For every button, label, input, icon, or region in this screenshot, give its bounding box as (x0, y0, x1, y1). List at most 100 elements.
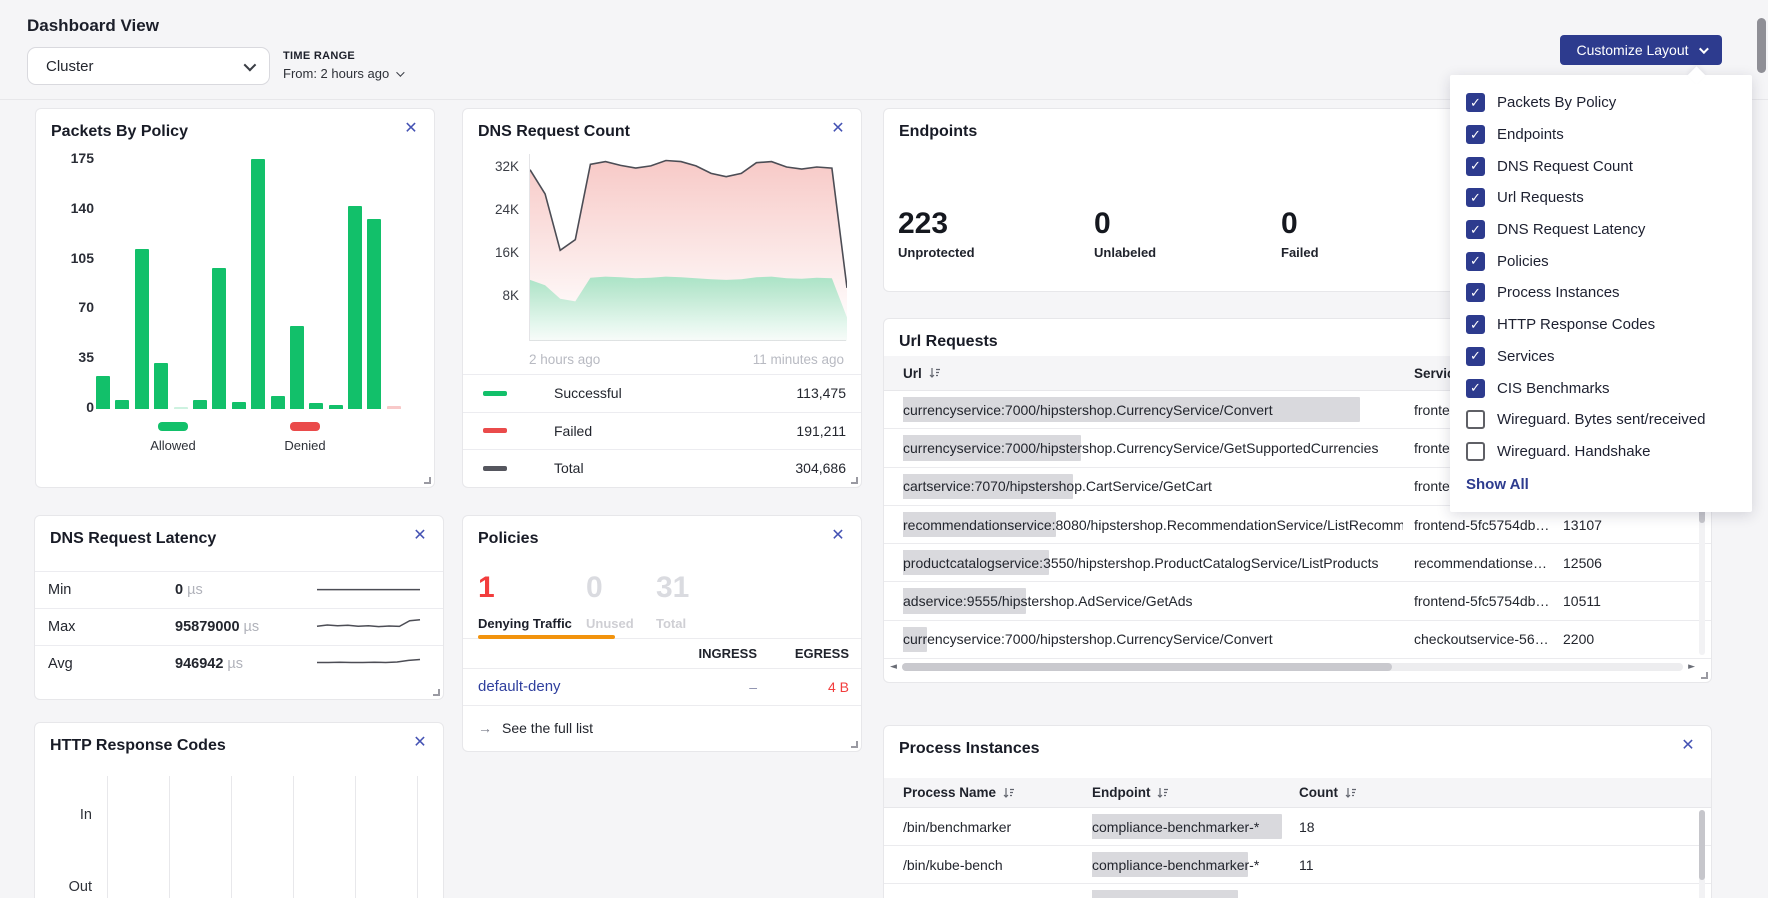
bar (348, 206, 362, 409)
scrollbar-thumb[interactable] (1699, 810, 1705, 880)
latency-sparkline (316, 615, 421, 640)
policy-row[interactable]: default-deny – 4 B (463, 668, 861, 706)
customize-panel-item[interactable]: Packets By Policy (1450, 87, 1752, 119)
latency-sparkline (316, 578, 421, 603)
customize-panel-item[interactable]: Wireguard. Bytes sent/received (1450, 404, 1752, 436)
checkbox-label: Wireguard. Bytes sent/received (1497, 411, 1705, 428)
latency-label: Min (48, 582, 158, 598)
close-icon[interactable] (828, 119, 848, 139)
checkbox-checked-icon[interactable] (1466, 347, 1485, 366)
time-range-value[interactable]: From: 2 hours ago (283, 66, 402, 81)
checkbox-label: Services (1497, 348, 1555, 365)
y-tick-label: 70 (56, 299, 94, 315)
count-cell: 10511 (1563, 582, 1673, 619)
latency-rows: Min0 µsMax95879000 µsAvg946942 µs (35, 571, 443, 682)
policies-tab-denying-traffic[interactable]: 1Denying Traffic (478, 571, 572, 631)
table-row[interactable]: /bin/kube-benchcompliance-benchmarker-*1… (884, 846, 1711, 884)
customize-panel-item[interactable]: Services (1450, 341, 1752, 373)
vertical-scrollbar (1699, 810, 1705, 898)
resize-handle[interactable] (433, 689, 440, 696)
policies-tab-total[interactable]: 31Total (656, 571, 689, 631)
latency-sparkline (316, 652, 421, 677)
sort-icon (1157, 787, 1169, 799)
customize-panel-item[interactable]: HTTP Response Codes (1450, 309, 1752, 341)
resize-handle[interactable] (851, 477, 858, 484)
customize-panel-item[interactable]: DNS Request Latency (1450, 214, 1752, 246)
close-icon[interactable] (410, 526, 430, 546)
customize-panel-item[interactable]: Process Instances (1450, 277, 1752, 309)
card-dns-request-latency: DNS Request Latency Min0 µsMax95879000 µ… (34, 515, 444, 700)
customize-panel-item[interactable]: Endpoints (1450, 119, 1752, 151)
column-header-endpoint[interactable]: Endpoint (1092, 778, 1169, 807)
legend-label: Denied (284, 438, 325, 453)
card-packets-by-policy: Packets By Policy 17514010570350 Allowed… (35, 108, 435, 488)
customize-layout-button[interactable]: Customize Layout (1560, 35, 1722, 65)
checkbox-unchecked-icon[interactable] (1466, 442, 1485, 461)
latency-row: Avg946942 µs (35, 645, 443, 682)
column-header-count[interactable]: Count (1299, 778, 1357, 807)
scrollbar-track[interactable] (902, 663, 1683, 671)
table-header: Process Name Endpoint Count (884, 778, 1711, 808)
y-tick-label: 140 (56, 200, 94, 216)
scroll-left-icon[interactable] (890, 662, 902, 672)
customize-panel-list: Packets By Policy EndpointsDNS Request Co… (1450, 87, 1752, 467)
close-icon[interactable] (1678, 736, 1698, 756)
url-text: currencyservice:7000/hipstershop.Currenc… (903, 631, 1273, 647)
resize-handle[interactable] (851, 741, 858, 748)
panel-caret (1687, 66, 1705, 84)
checkbox-checked-icon[interactable] (1466, 125, 1485, 144)
checkbox-checked-icon[interactable] (1466, 252, 1485, 271)
scroll-right-icon[interactable] (1683, 662, 1695, 672)
close-icon[interactable] (410, 733, 430, 753)
legend-label: Failed (554, 423, 592, 439)
dns-legend: Successful113,475Failed191,211Total304,6… (463, 374, 861, 487)
latency-label: Max (48, 619, 158, 635)
checkbox-label: Packets By Policy (1497, 94, 1616, 111)
customize-panel-item[interactable]: Policies (1450, 245, 1752, 277)
checkbox-checked-icon[interactable] (1466, 283, 1485, 302)
dns-area-svg (530, 154, 847, 341)
checkbox-checked-icon[interactable] (1466, 157, 1485, 176)
scrollbar-thumb[interactable] (902, 663, 1392, 671)
column-header-process-name[interactable]: Process Name (903, 778, 1015, 807)
checkbox-checked-icon[interactable] (1466, 379, 1485, 398)
see-full-list-link[interactable]: See the full list (478, 720, 593, 736)
resize-handle[interactable] (424, 477, 431, 484)
checkbox-checked-icon[interactable] (1466, 315, 1485, 334)
checkbox-checked-icon[interactable] (1466, 93, 1485, 112)
table-row[interactable]: adservice:9555/hipstershop.AdService/Get… (884, 582, 1711, 620)
column-header-egress: EGRESS (769, 646, 849, 661)
customize-panel-item[interactable]: DNS Request Count (1450, 150, 1752, 182)
card-process-instances: Process Instances Process Name Endpoint … (883, 725, 1712, 898)
y-tick-label: 32K (473, 159, 519, 174)
show-all-link[interactable]: Show All (1450, 467, 1752, 501)
customize-panel-item[interactable]: Url Requests (1450, 182, 1752, 214)
horizontal-scrollbar (890, 659, 1695, 675)
packets-bar-chart (96, 159, 401, 409)
page-scrollbar-thumb[interactable] (1757, 18, 1766, 73)
resize-handle[interactable] (1701, 672, 1708, 679)
y-tick-label: 8K (473, 288, 519, 303)
checkbox-checked-icon[interactable] (1466, 188, 1485, 207)
table-row[interactable]: /bin/benchmarkercompliance-benchmarker-*… (884, 808, 1711, 846)
latency-value: 946942 µs (175, 656, 243, 672)
checkbox-unchecked-icon[interactable] (1466, 410, 1485, 429)
policies-tab-unused[interactable]: 0Unused (586, 571, 634, 631)
table-row[interactable]: benchmarkercompliance-benchmarker-*9 (884, 884, 1711, 898)
table-row[interactable]: productcatalogservice:3550/hipstershop.P… (884, 544, 1711, 582)
customize-panel-item[interactable]: Wireguard. Handshake (1450, 436, 1752, 468)
checkbox-label: Wireguard. Handshake (1497, 443, 1650, 460)
endpoint-cell: compliance-benchmarker-* (1092, 884, 1287, 898)
close-icon[interactable] (401, 119, 421, 139)
policy-name-link[interactable]: default-deny (478, 678, 561, 695)
checkbox-checked-icon[interactable] (1466, 220, 1485, 239)
close-icon[interactable] (828, 526, 848, 546)
customize-panel-item[interactable]: CIS Benchmarks (1450, 372, 1752, 404)
endpoint-text: compliance-benchmarker-* (1092, 895, 1259, 898)
legend-row: Failed191,211 (463, 412, 861, 450)
view-selector[interactable]: Cluster (27, 47, 270, 85)
table-row[interactable]: currencyservice:7000/hipstershop.Currenc… (884, 621, 1711, 659)
legend-swatch (483, 428, 507, 433)
endpoint-stat: 0Failed (1281, 207, 1319, 260)
column-header-url[interactable]: Url (903, 356, 941, 390)
